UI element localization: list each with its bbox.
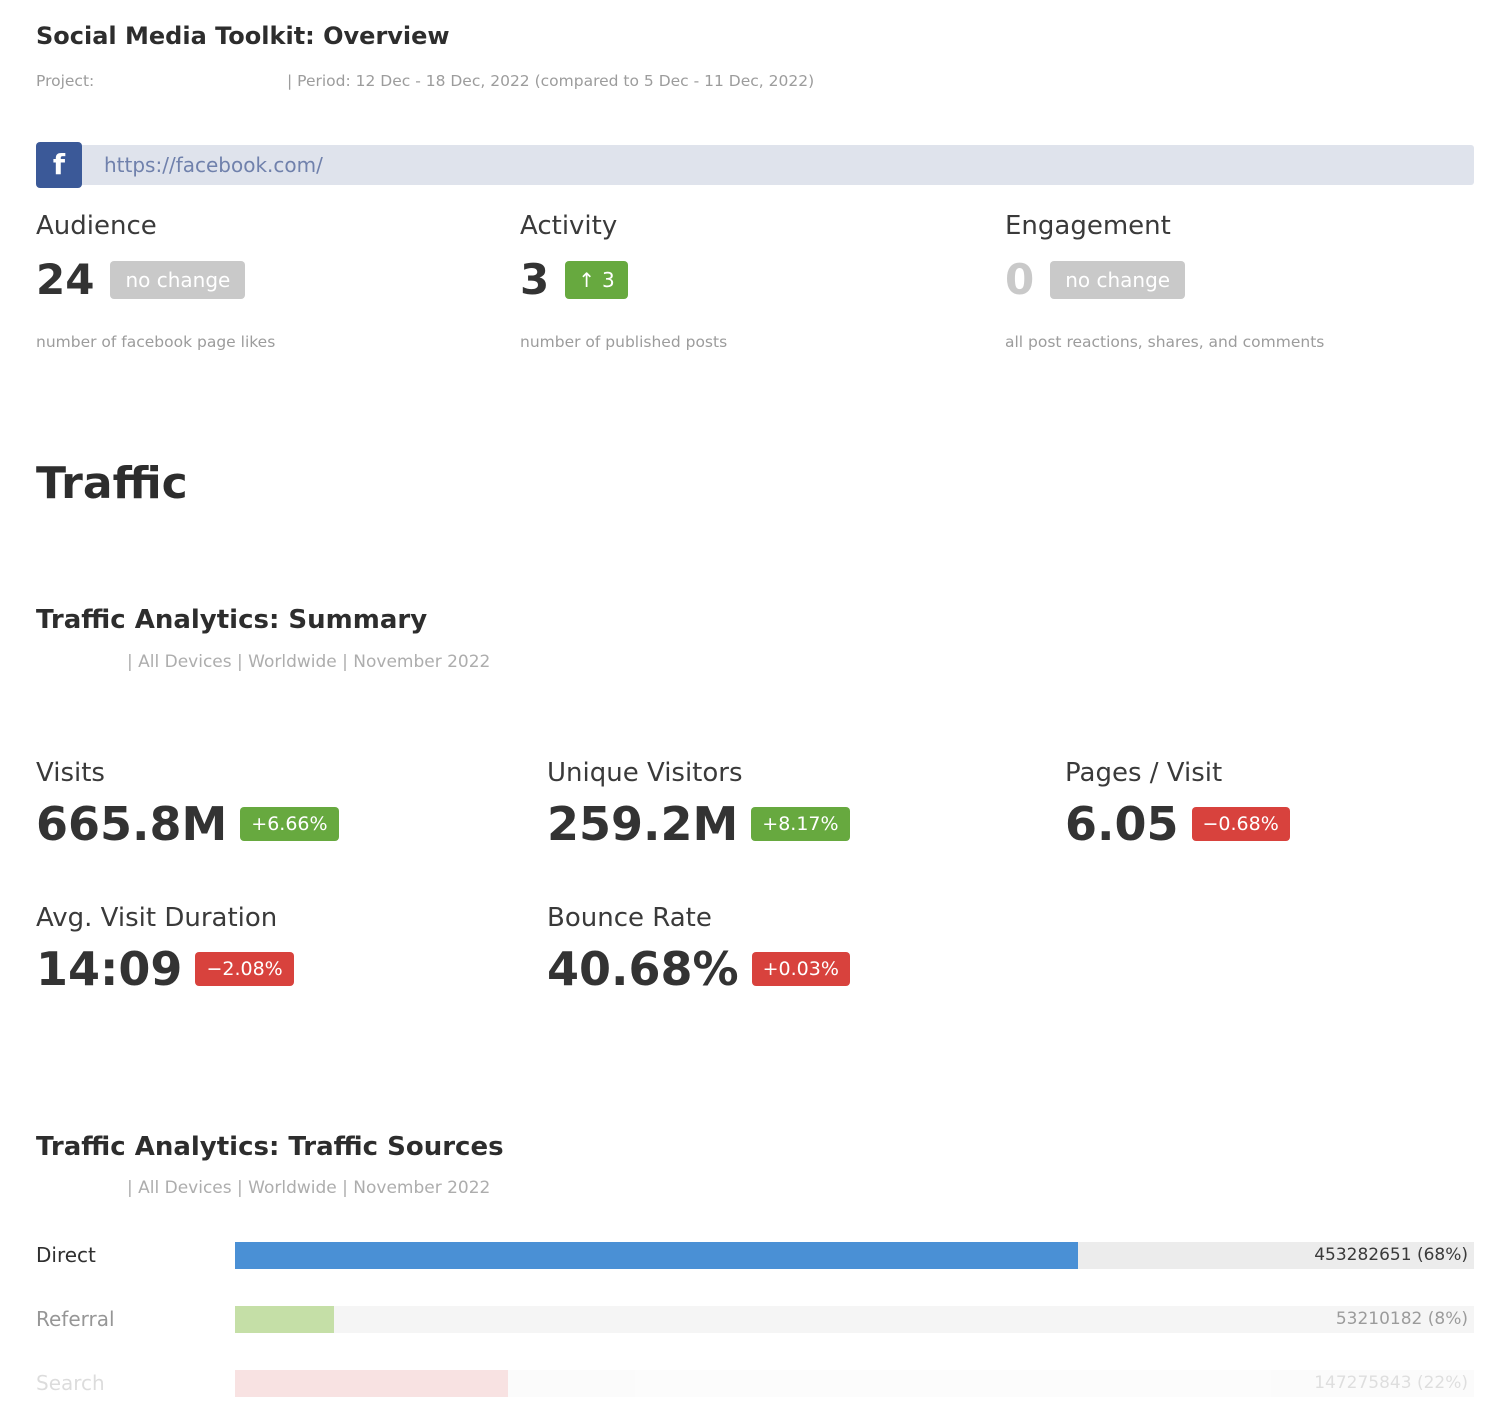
unique-visitors-metric: Unique Visitors 259.2M +8.17% — [547, 758, 1065, 847]
activity-description: number of published posts — [520, 333, 1005, 351]
traffic-sources-bar-chart: Direct 453282651 (68%) Referral 53210182… — [36, 1242, 1474, 1397]
bar-value-referral: 53210182 (8%) — [1336, 1306, 1468, 1333]
sources-meta: | All Devices | Worldwide | November 202… — [36, 1178, 1474, 1198]
avg-visit-duration-label: Avg. Visit Duration — [36, 903, 547, 933]
engagement-change-badge: no change — [1050, 261, 1185, 299]
visits-label: Visits — [36, 758, 547, 788]
avg-visit-duration-value: 14:09 — [36, 946, 182, 992]
audience-card: Audience 24 no change number of facebook… — [36, 211, 520, 351]
social-metrics-row: Audience 24 no change number of facebook… — [36, 211, 1474, 351]
bounce-rate-metric: Bounce Rate 40.68% +0.03% — [547, 903, 1065, 992]
bar-track: 147275843 (22%) — [235, 1370, 1474, 1397]
bar-fill-direct — [235, 1242, 1078, 1269]
traffic-summary-grid: Visits 665.8M +6.66% Unique Visitors 259… — [36, 758, 1474, 992]
visits-change-badge: +6.66% — [240, 807, 338, 841]
bar-track: 453282651 (68%) — [235, 1242, 1474, 1269]
arrow-up-icon: ↑ — [578, 268, 595, 292]
bounce-rate-label: Bounce Rate — [547, 903, 1065, 933]
bar-fill-referral — [235, 1306, 334, 1333]
page-title: Social Media Toolkit: Overview — [36, 22, 1474, 51]
facebook-url-link[interactable]: https://facebook.com/ — [104, 153, 323, 177]
bar-value-search: 147275843 (22%) — [1314, 1370, 1468, 1397]
bar-row-referral: Referral 53210182 (8%) — [36, 1306, 1474, 1333]
unique-visitors-value: 259.2M — [547, 801, 738, 847]
unique-visitors-label: Unique Visitors — [547, 758, 1065, 788]
bounce-rate-change-badge: +0.03% — [752, 952, 850, 986]
summary-heading: Traffic Analytics: Summary — [36, 605, 1474, 636]
bar-fill-search — [235, 1370, 508, 1397]
audience-value: 24 — [36, 259, 94, 301]
pages-per-visit-label: Pages / Visit — [1065, 758, 1474, 788]
activity-change-badge: ↑3 — [565, 261, 628, 299]
pages-per-visit-metric: Pages / Visit 6.05 −0.68% — [1065, 758, 1474, 847]
summary-meta: | All Devices | Worldwide | November 202… — [36, 652, 1474, 672]
avg-visit-duration-metric: Avg. Visit Duration 14:09 −2.08% — [36, 903, 547, 992]
activity-card: Activity 3 ↑3 number of published posts — [520, 211, 1005, 351]
bar-label-direct: Direct — [36, 1243, 235, 1267]
engagement-description: all post reactions, shares, and comments — [1005, 333, 1474, 351]
bar-row-search: Search 147275843 (22%) — [36, 1370, 1474, 1397]
project-period-line: Project:| Period: 12 Dec - 18 Dec, 2022 … — [36, 72, 1474, 90]
visits-value: 665.8M — [36, 801, 227, 847]
audience-change-badge: no change — [110, 261, 245, 299]
visits-metric: Visits 665.8M +6.66% — [36, 758, 547, 847]
facebook-icon: f — [36, 142, 82, 188]
traffic-section-heading: Traffic — [36, 459, 1474, 510]
audience-label: Audience — [36, 211, 520, 241]
activity-value: 3 — [520, 259, 549, 301]
engagement-card: Engagement 0 no change all post reaction… — [1005, 211, 1474, 351]
sources-heading: Traffic Analytics: Traffic Sources — [36, 1132, 1474, 1163]
project-label: Project: — [36, 72, 287, 90]
bar-row-direct: Direct 453282651 (68%) — [36, 1242, 1474, 1269]
activity-label: Activity — [520, 211, 1005, 241]
avg-visit-duration-change-badge: −2.08% — [195, 952, 293, 986]
period-text: | Period: 12 Dec - 18 Dec, 2022 (compare… — [287, 72, 814, 90]
report-page: Social Media Toolkit: Overview Project:|… — [0, 0, 1504, 1416]
bounce-rate-value: 40.68% — [547, 946, 739, 992]
facebook-url-bar: f https://facebook.com/ — [36, 145, 1474, 185]
bar-track: 53210182 (8%) — [235, 1306, 1474, 1333]
audience-description: number of facebook page likes — [36, 333, 520, 351]
engagement-value: 0 — [1005, 259, 1034, 301]
pages-per-visit-change-badge: −0.68% — [1192, 807, 1290, 841]
activity-change-value: 3 — [602, 268, 615, 292]
bar-label-referral: Referral — [36, 1307, 235, 1331]
engagement-label: Engagement — [1005, 211, 1474, 241]
unique-visitors-change-badge: +8.17% — [751, 807, 849, 841]
pages-per-visit-value: 6.05 — [1065, 801, 1179, 847]
bar-label-search: Search — [36, 1371, 235, 1395]
bar-value-direct: 453282651 (68%) — [1314, 1242, 1468, 1269]
